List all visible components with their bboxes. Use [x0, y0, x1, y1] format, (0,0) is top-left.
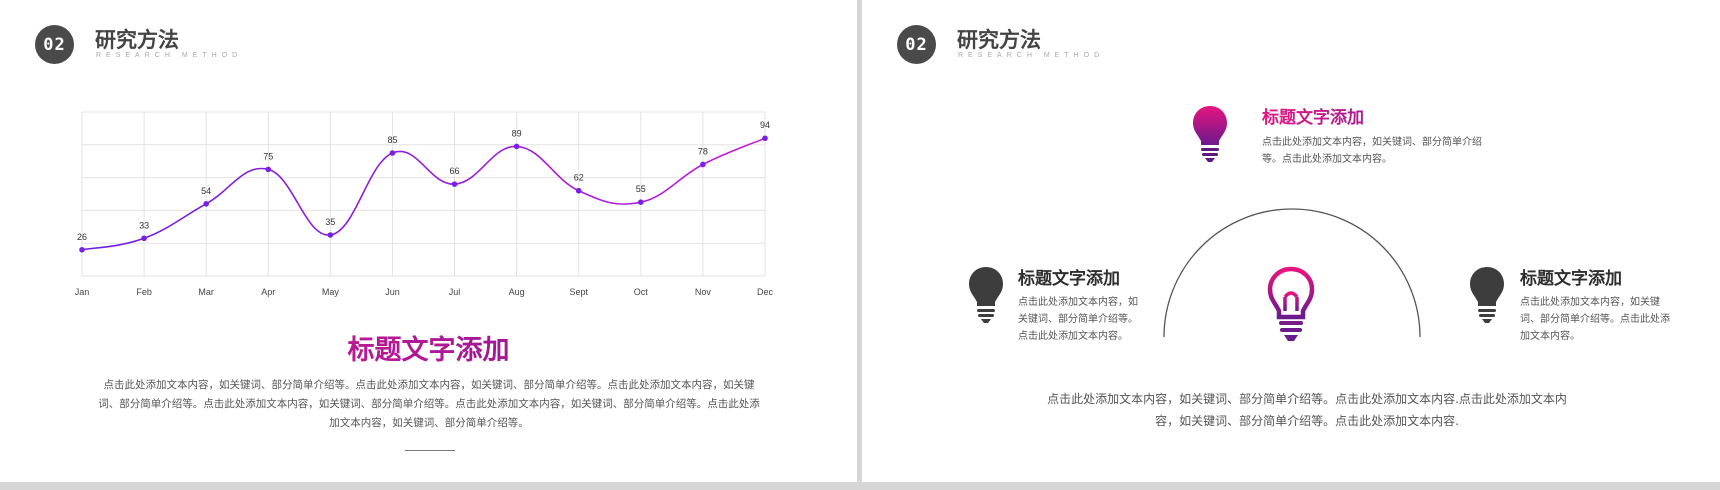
top-item-title: 标题文字添加 [1262, 103, 1364, 128]
main-body-text: 点击此处添加文本内容，如关键词、部分简单介绍等。点击此处添加文本内容，如关键词、… [98, 379, 760, 429]
stage: 02 研究方法 RESEARCH METHOD 26 33 54 75 35 85 66 89… [0, 0, 1720, 490]
top-item-body: 点击此处添加文本内容，如关键词、部分简单介绍等。点击此处添加文本内容。 [1262, 137, 1482, 165]
slide-left[interactable]: 02 研究方法 RESEARCH METHOD 26 33 54 75 35 85 66 89… [0, 0, 857, 482]
data-label: 75 [263, 151, 273, 161]
x-tick-label: Feb [136, 287, 152, 297]
data-point [265, 166, 272, 173]
data-point [389, 150, 396, 156]
data-point [762, 135, 768, 142]
lightbulb-icon [1193, 106, 1227, 162]
lightbulb-icon [1470, 267, 1504, 323]
data-label: 78 [698, 146, 708, 156]
left-item-title: 标题文字添加 [1018, 269, 1120, 289]
data-point [203, 201, 209, 207]
data-label: 85 [387, 135, 397, 145]
lightbulb-icon [969, 267, 1003, 323]
data-point [700, 161, 706, 168]
data-point [327, 232, 334, 238]
slide-right[interactable]: 02 研究方法 RESEARCH METHOD 标题文字添加 点击此处添加文本内… [862, 0, 1720, 482]
lightbulb-outline-icon [1267, 266, 1315, 341]
main-title: 标题文字添加 [0, 328, 857, 367]
left-item-body: 点击此处添加文本内容，如关键词、部分简单介绍等。点击此处添加文本内容。 [1018, 297, 1138, 342]
chart-points [79, 135, 768, 253]
data-point [141, 235, 147, 242]
data-point [638, 199, 644, 205]
x-tick-label: Dec [757, 287, 774, 297]
data-label: 66 [450, 166, 460, 176]
data-label: 89 [512, 128, 522, 138]
x-tick-label: Jul [449, 287, 461, 297]
chart-data-labels: 26 33 54 75 35 85 66 89 62 55 78 94 [77, 120, 770, 242]
data-label: 54 [201, 186, 211, 196]
x-tick-label: Mar [198, 287, 214, 297]
data-point [451, 181, 458, 187]
x-tick-label: Sept [569, 287, 588, 297]
bottom-body-text: 点击此处添加文本内容，如关键词、部分简单介绍等。点击此处添加文本内容.点击此处添… [1047, 392, 1567, 428]
right-item-body: 点击此处添加文本内容，如关键词、部分简单介绍等。点击此处添加文本内容。 [1520, 297, 1670, 342]
divider-line [405, 450, 455, 451]
chart-grid [81, 111, 766, 277]
x-tick-label: Jan [75, 287, 90, 297]
x-tick-label: Jun [385, 287, 400, 297]
data-label: 94 [760, 120, 770, 130]
x-tick-label: Aug [509, 287, 525, 297]
right-item-title: 标题文字添加 [1520, 269, 1622, 289]
x-tick-label: Nov [695, 287, 712, 297]
x-tick-label: Oct [634, 287, 649, 297]
data-point [575, 187, 582, 194]
chart-series [81, 137, 766, 251]
data-label: 26 [77, 232, 87, 242]
chart-x-axis: Jan Feb Mar Apr May Jun Jul Aug Sept Oct Nov Dec [75, 287, 774, 297]
data-label: 35 [325, 217, 335, 227]
series-line [81, 137, 766, 251]
line-chart: 26 33 54 75 35 85 66 89 62 55 78 94 Jan Feb Mar Apr May… [75, 111, 774, 297]
data-label: 55 [636, 184, 646, 194]
x-tick-label: Apr [261, 287, 275, 297]
data-point [513, 143, 520, 150]
x-tick-label: May [322, 287, 340, 297]
data-label: 33 [139, 220, 149, 230]
data-point [79, 246, 85, 253]
data-label: 62 [574, 173, 584, 183]
